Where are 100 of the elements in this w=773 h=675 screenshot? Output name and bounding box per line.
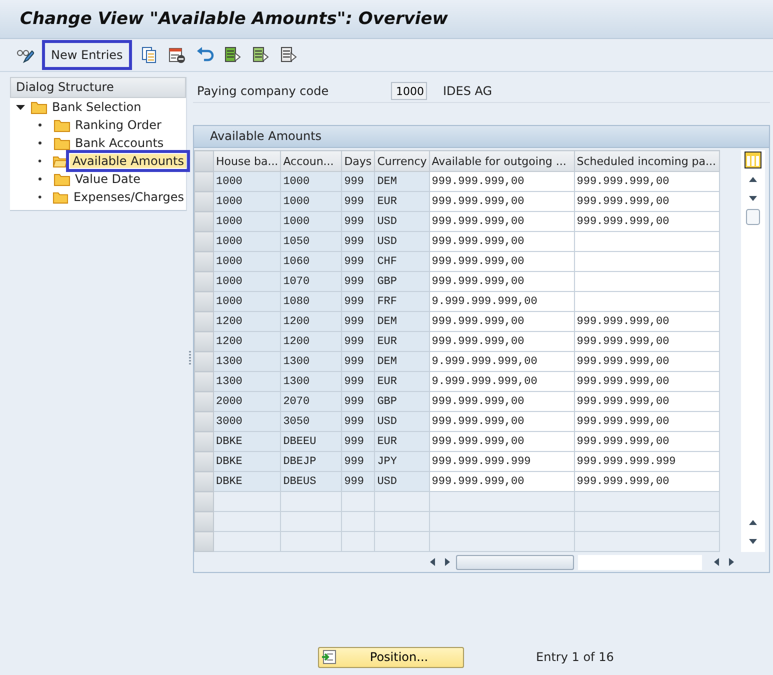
table-cell: 1200 bbox=[280, 312, 342, 332]
table-cell: 999 bbox=[342, 372, 375, 392]
table-cell: 999.999.999,00 bbox=[429, 392, 574, 412]
table-cell: 999.999.999,00 bbox=[429, 272, 574, 292]
row-selector[interactable] bbox=[194, 512, 214, 532]
position-icon bbox=[321, 649, 337, 665]
company-code-field[interactable]: 1000 bbox=[391, 82, 427, 100]
tree-item[interactable]: Expenses/Charges bbox=[71, 190, 186, 204]
table-cell: DBKE bbox=[214, 452, 281, 472]
table-cell: EUR bbox=[374, 192, 430, 212]
column-header[interactable]: Days bbox=[342, 150, 375, 172]
new-entries-button[interactable]: New Entries bbox=[42, 40, 132, 70]
table-cell: JPY bbox=[374, 452, 430, 472]
entry-counter: Entry 1 of 16 bbox=[536, 650, 614, 664]
select-all-cell[interactable] bbox=[194, 150, 214, 172]
row-selector[interactable] bbox=[194, 472, 214, 492]
bullet-icon bbox=[38, 159, 42, 163]
table-cell: 1300 bbox=[280, 352, 342, 372]
table-cell: 999 bbox=[342, 192, 375, 212]
table-cell: 999 bbox=[342, 412, 375, 432]
row-selector[interactable] bbox=[194, 312, 214, 332]
table-cell: 999.999.999,00 bbox=[574, 212, 720, 232]
table-cell: USD bbox=[374, 412, 430, 432]
document-arrow-icon bbox=[252, 46, 270, 64]
row-selector[interactable] bbox=[194, 272, 214, 292]
open-folder-icon bbox=[53, 154, 68, 168]
table-cell: 3000 bbox=[214, 412, 281, 432]
table-cell: 999.999.999,00 bbox=[429, 432, 574, 452]
row-selector[interactable] bbox=[194, 332, 214, 352]
table-cell: 999 bbox=[342, 432, 375, 452]
table-cell: 999.999.999,00 bbox=[574, 472, 720, 492]
tree-item[interactable]: Ranking Order bbox=[73, 118, 164, 132]
table-title: Available Amounts bbox=[194, 126, 769, 148]
row-selector[interactable] bbox=[194, 432, 214, 452]
table-cell: 999.999.999,00 bbox=[574, 372, 720, 392]
tree-item[interactable]: Available Amounts bbox=[70, 154, 186, 168]
table-cell: 999.999.999,00 bbox=[429, 212, 574, 232]
table-cell: 999.999.999,00 bbox=[574, 432, 720, 452]
folder-icon bbox=[54, 118, 70, 132]
folder-icon bbox=[54, 172, 70, 186]
table-cell: 999.999.999,00 bbox=[574, 172, 720, 192]
tree-item[interactable]: Bank Accounts bbox=[73, 136, 166, 150]
scroll-left-icon[interactable] bbox=[428, 557, 438, 567]
scroll-left-icon[interactable] bbox=[712, 557, 722, 567]
tree-item[interactable]: Bank Selection bbox=[50, 100, 144, 114]
table-cell: 2070 bbox=[280, 392, 342, 412]
table-cell: 1070 bbox=[280, 272, 342, 292]
row-selector[interactable] bbox=[194, 412, 214, 432]
table-cell: 1200 bbox=[214, 312, 281, 332]
scroll-down-icon[interactable] bbox=[748, 193, 758, 203]
expanded-arrow-icon[interactable] bbox=[16, 102, 25, 112]
scroll-right-icon[interactable] bbox=[726, 557, 736, 567]
column-header[interactable]: Accoun... bbox=[280, 150, 342, 172]
row-selector[interactable] bbox=[194, 192, 214, 212]
table-cell: 2000 bbox=[214, 392, 281, 412]
scroll-up-icon[interactable] bbox=[748, 518, 758, 528]
column-header[interactable]: Currency bbox=[374, 150, 430, 172]
row-selector[interactable] bbox=[194, 372, 214, 392]
row-selector[interactable] bbox=[194, 252, 214, 272]
column-header[interactable]: Available for outgoing ... bbox=[429, 150, 574, 172]
row-selector[interactable] bbox=[194, 392, 214, 412]
scroll-down-icon[interactable] bbox=[748, 536, 758, 546]
table-cell: DBEJP bbox=[280, 452, 342, 472]
horizontal-scroll-thumb[interactable] bbox=[456, 554, 574, 570]
table-cell: 1000 bbox=[280, 192, 342, 212]
table-cell: USD bbox=[374, 472, 430, 492]
table-cell: DBKE bbox=[214, 472, 281, 492]
folder-icon bbox=[53, 190, 68, 204]
scroll-thumb[interactable] bbox=[746, 209, 760, 225]
row-selector[interactable] bbox=[194, 352, 214, 372]
row-selector[interactable] bbox=[194, 292, 214, 312]
column-header[interactable]: House ba... bbox=[214, 150, 281, 172]
table-cell: 999.999.999,00 bbox=[574, 332, 720, 352]
bullet-icon bbox=[38, 195, 42, 199]
column-header[interactable]: Scheduled incoming pa... bbox=[574, 150, 720, 172]
tree-item[interactable]: Value Date bbox=[73, 172, 142, 186]
row-selector[interactable] bbox=[194, 452, 214, 472]
scroll-up-icon[interactable] bbox=[748, 175, 758, 185]
table-cell: 1000 bbox=[214, 232, 281, 252]
window-title: Change View "Available Amounts": Overview bbox=[20, 9, 448, 29]
table-cell: 999 bbox=[342, 352, 375, 372]
table-cell: 999.999.999,00 bbox=[574, 312, 720, 332]
document-arrow-icon bbox=[224, 46, 242, 64]
table-cell: 9.999.999.999,00 bbox=[429, 352, 574, 372]
table-cell: 1050 bbox=[280, 232, 342, 252]
table-cell: 1060 bbox=[280, 252, 342, 272]
table-cell: 999.999.999,00 bbox=[429, 332, 574, 352]
row-selector[interactable] bbox=[194, 232, 214, 252]
column-layout-icon[interactable] bbox=[744, 151, 762, 169]
scroll-right-icon[interactable] bbox=[442, 557, 452, 567]
table-cell: 999 bbox=[342, 172, 375, 192]
row-selector[interactable] bbox=[194, 492, 214, 512]
splitter-handle-icon[interactable] bbox=[189, 350, 191, 366]
row-selector[interactable] bbox=[194, 172, 214, 192]
table-cell: 1000 bbox=[214, 212, 281, 232]
row-selector[interactable] bbox=[194, 212, 214, 232]
row-selector[interactable] bbox=[194, 532, 214, 552]
table-cell: 1200 bbox=[280, 332, 342, 352]
table-cell: 999.999.999,00 bbox=[429, 172, 574, 192]
position-button[interactable]: Position... bbox=[318, 646, 464, 668]
